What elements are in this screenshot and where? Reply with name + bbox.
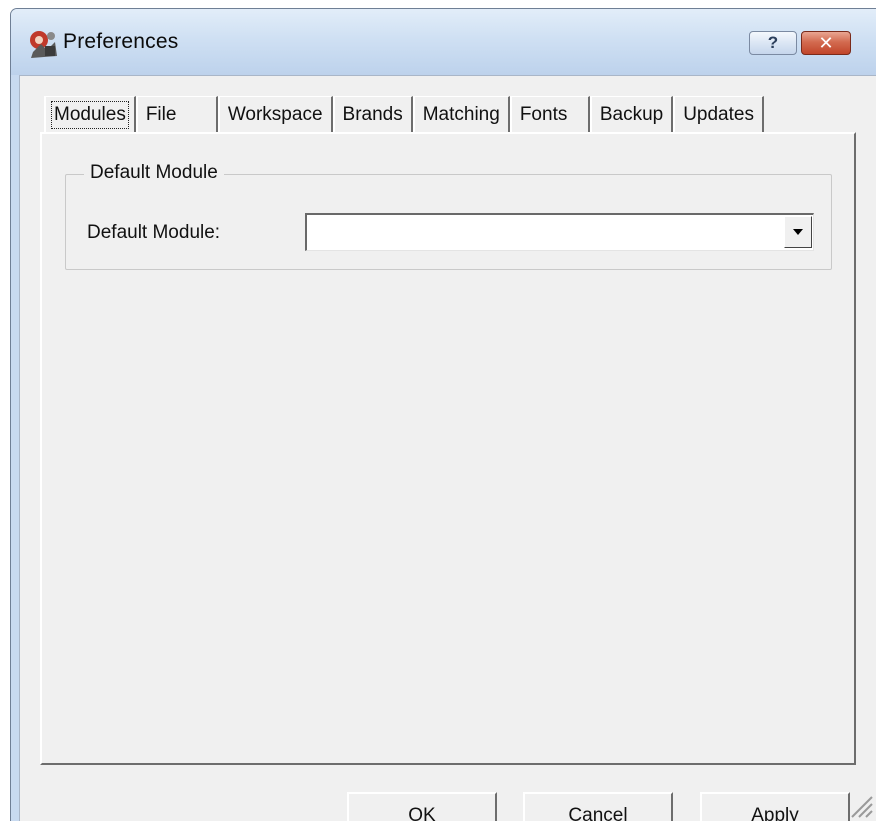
tab-matching[interactable]: Matching [412,96,510,133]
tab-backup[interactable]: Backup [589,96,674,133]
tab-brands[interactable]: Brands [332,96,413,133]
dropdown-arrow-button[interactable] [784,216,812,248]
dialog-client-area: Modules File Workspace Brands Matching F… [19,75,876,821]
default-module-groupbox: Default Module Default Module: [65,162,832,270]
groupbox-title: Default Module [84,162,224,184]
close-button[interactable]: ✕ [801,31,851,55]
ok-button[interactable]: OK [347,792,497,821]
default-module-select[interactable] [305,213,814,251]
title-bar[interactable]: Preferences ? ✕ [11,9,876,75]
help-icon: ? [767,33,779,52]
apply-button[interactable]: Apply [700,792,850,821]
close-icon: ✕ [818,32,834,53]
tab-label: Workspace [227,104,323,125]
tab-modules[interactable]: Modules [44,96,136,133]
tab-label: File [145,104,177,125]
cancel-mnemonic: C [568,804,583,821]
tab-page-modules: Default Module Default Module: [40,132,856,765]
apply-label: pply [763,804,799,821]
tab-label: Fonts [519,104,568,125]
tab-workspace[interactable]: Workspace [217,96,333,133]
window-title: Preferences [63,30,179,53]
tab-fonts[interactable]: Fonts [509,96,590,133]
dropdown-arrow-icon [793,229,803,235]
default-module-label: Default Module: [87,222,221,243]
ok-label: K [423,804,436,821]
cancel-button[interactable]: Cancel [523,792,673,821]
tab-updates[interactable]: Updates [673,96,764,133]
ok-mnemonic: O [408,804,424,821]
cancel-label: ancel [582,804,628,821]
tab-label: Backup [599,104,664,125]
tab-label: Modules [51,101,129,129]
apply-mnemonic: A [751,804,764,821]
tab-label: Brands [342,104,403,125]
tab-strip: Modules File Workspace Brands Matching F… [44,96,764,133]
tab-label: Matching [422,104,500,125]
tab-label: Updates [683,104,754,125]
tab-file[interactable]: File [135,96,218,133]
size-grip-icon[interactable] [848,793,874,819]
help-button[interactable]: ? [749,31,797,55]
preferences-window: Preferences ? ✕ Modules File Workspace B… [10,8,876,821]
app-icon [30,31,57,58]
